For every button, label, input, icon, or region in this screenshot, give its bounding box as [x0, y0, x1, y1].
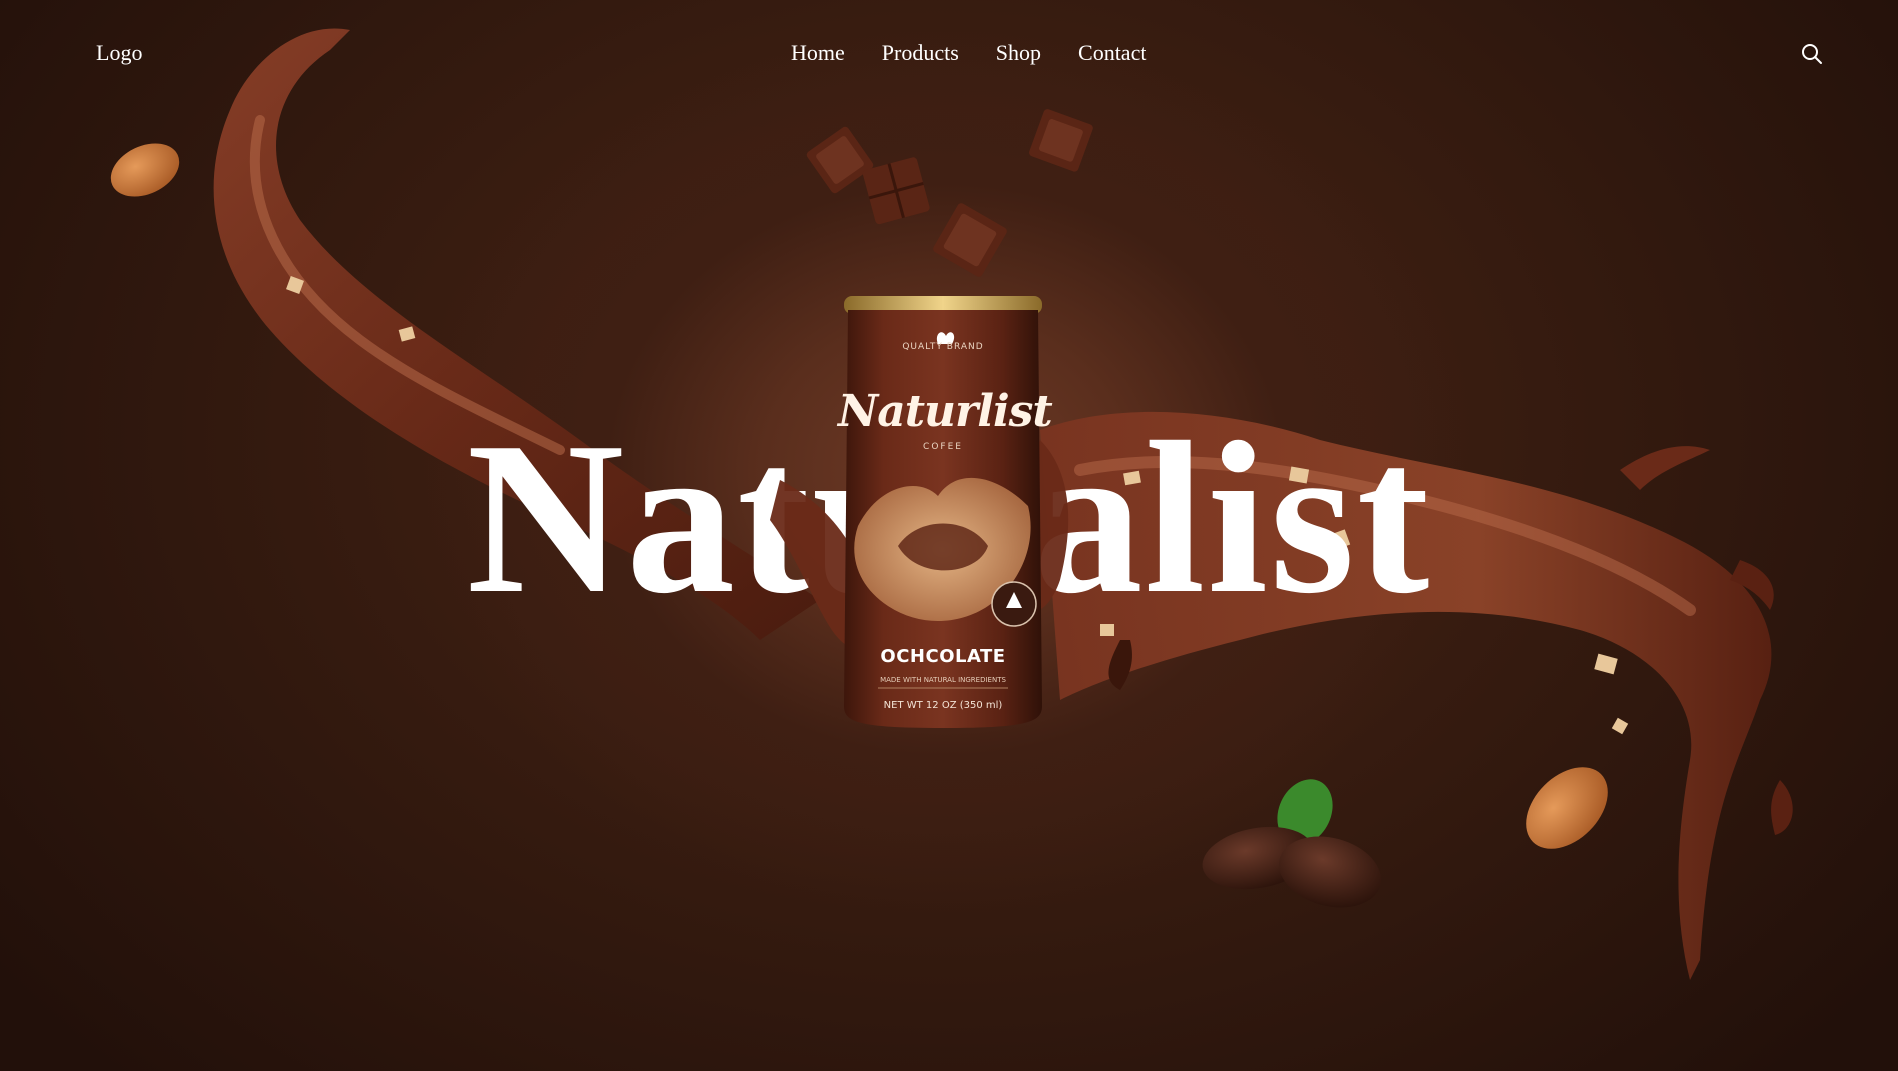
- can-net-weight: NET WT 12 OZ (350 ml): [883, 700, 1003, 711]
- can-flavor: OCHCOLATE: [880, 646, 1006, 667]
- hero-section: Logo Home Products Shop Contact Naturali…: [0, 0, 1898, 1071]
- can-fine-print: MADE WITH NATURAL INGREDIENTS: [880, 676, 1006, 684]
- can-sub-line: COFEE: [923, 442, 963, 452]
- product-can: QUALTY BRAND Naturlist COFEE OCHCOLATE M…: [838, 286, 1053, 734]
- can-top-line: QUALTY BRAND: [902, 342, 984, 352]
- can-brand-name: Naturlist: [838, 386, 1053, 437]
